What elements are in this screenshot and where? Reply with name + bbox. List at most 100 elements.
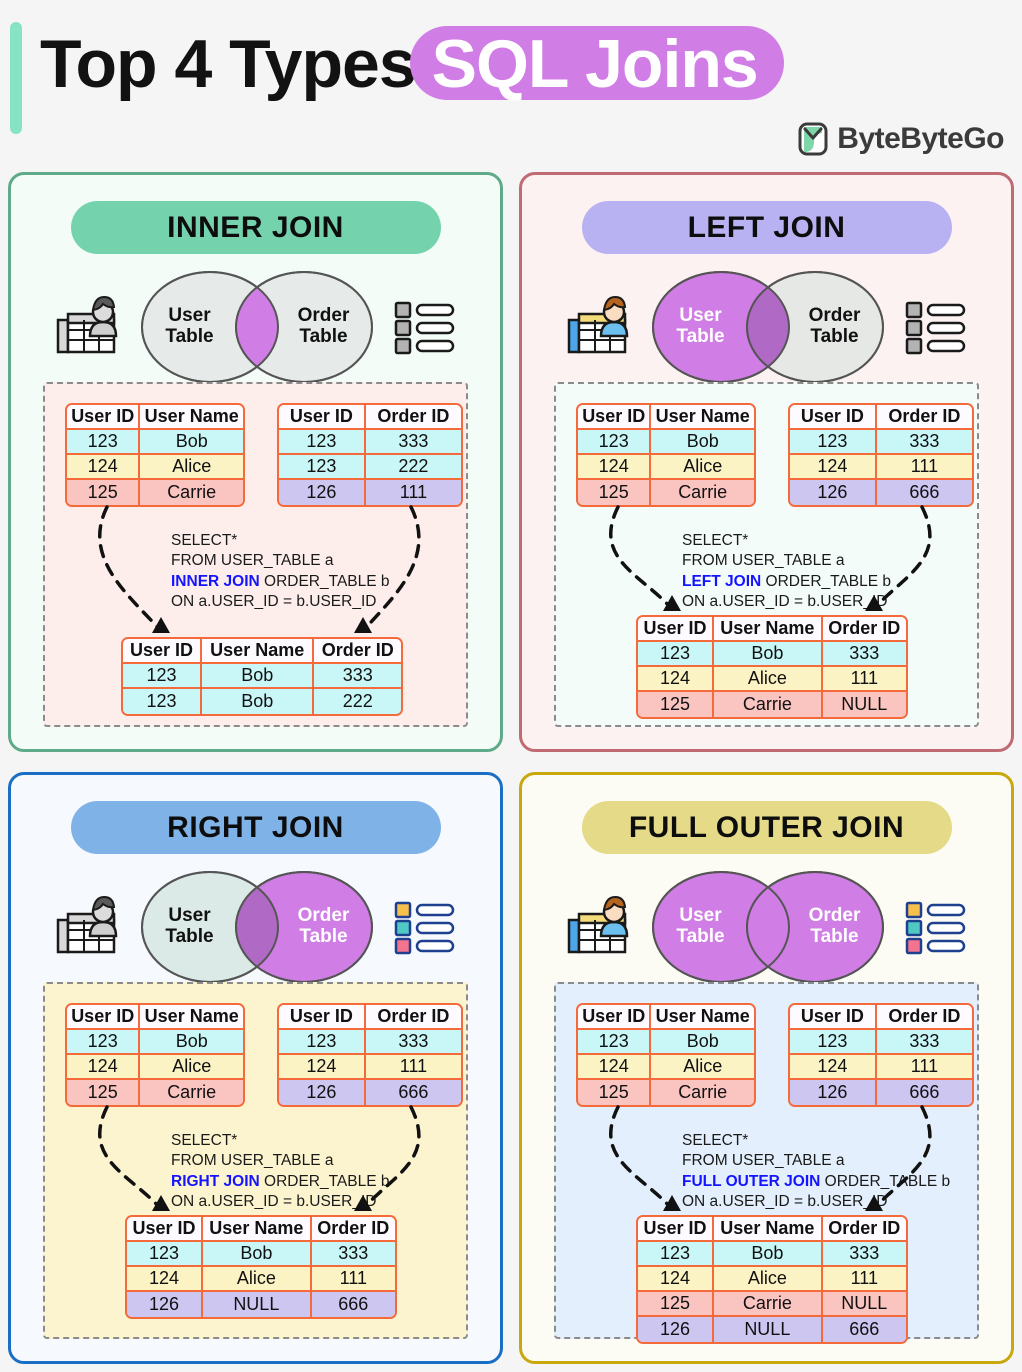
sql-snippet: SELECT* FROM USER_TABLE a FULL OUTER JOI…: [682, 1131, 950, 1213]
sql-snippet: SELECT* FROM USER_TABLE a RIGHT JOIN ORD…: [171, 1131, 390, 1213]
table-cell: Alice: [140, 455, 243, 480]
table-cell: NULL: [822, 1292, 906, 1317]
table-cell: Alice: [140, 1055, 243, 1080]
table-cell: Carrie: [140, 480, 243, 505]
venn-diagram: User Table Order Table: [643, 869, 893, 985]
table-cell: 333: [311, 1242, 395, 1267]
panel-title-banner: RIGHT JOIN: [70, 801, 441, 854]
table-cell: Carrie: [714, 692, 823, 717]
infographic-page: Top 4 Types SQL Joins ByteByteGo INNER J…: [0, 0, 1022, 1372]
page-title: Top 4 Types SQL Joins: [40, 26, 784, 102]
table-cell: 222: [365, 455, 461, 480]
source-table-orders: User ID Order ID 123 333 124 111 126 666: [277, 1003, 463, 1107]
table-header-cell: User ID: [638, 1217, 715, 1242]
table-row: 124 Alice: [578, 455, 754, 480]
table-header-cell: User Name: [140, 1005, 243, 1030]
sql-snippet: SELECT* FROM USER_TABLE a INNER JOIN ORD…: [171, 531, 390, 613]
venn-diagram: User Table Order Table: [643, 269, 893, 385]
table-cell: 123: [638, 1242, 715, 1267]
table-cell: 124: [790, 455, 877, 480]
table-header-cell: User ID: [790, 1005, 877, 1030]
sql-line-from: FROM USER_TABLE a: [682, 552, 845, 570]
table-cell: Alice: [651, 1055, 754, 1080]
table-row: 125 Carrie NULL: [638, 692, 906, 717]
table-cell: 123: [279, 430, 366, 455]
venn-diagram: User Table Order Table: [132, 269, 382, 385]
table-row: 124 111: [790, 455, 972, 480]
table-header-cell: User ID: [67, 405, 141, 430]
user-table-icon: [567, 295, 628, 354]
panel-title-text: RIGHT JOIN: [167, 810, 344, 844]
venn-row: User Table Order Table: [522, 867, 1011, 987]
sql-join-table: ORDER_TABLE b: [761, 572, 892, 590]
title-main-text: Top 4 Types: [40, 26, 417, 102]
user-table-icon: [56, 895, 117, 954]
sql-line-on: ON a.USER_ID = b.USER_ID: [682, 593, 888, 611]
sql-join-table: ORDER_TABLE b: [820, 1172, 951, 1190]
sql-line-on: ON a.USER_ID = b.USER_ID: [171, 1193, 377, 1211]
source-table-users: User ID User Name 123 Bob 124 Alice 125 Carrie: [576, 1003, 756, 1107]
table-row: 123 Bob: [578, 430, 754, 455]
result-table: User ID User Name Order ID 123 Bob 333 124 Alic…: [636, 615, 908, 719]
table-cell: 126: [279, 1080, 366, 1105]
sql-line-from: FROM USER_TABLE a: [682, 1152, 845, 1170]
table-row: 123 Bob: [578, 1030, 754, 1055]
venn-diagram-svg: [651, 271, 884, 383]
table-header-cell: User ID: [790, 405, 877, 430]
table-header-cell: Order ID: [365, 405, 461, 430]
table-cell: 125: [578, 480, 652, 505]
table-header-cell: User ID: [123, 639, 202, 664]
table-row: 124 Alice 111: [127, 1267, 395, 1292]
table-cell: 124: [638, 667, 715, 692]
table-cell: 125: [638, 1292, 715, 1317]
sql-line-on: ON a.USER_ID = b.USER_ID: [171, 593, 377, 611]
table-cell: 125: [638, 692, 715, 717]
panel-title-text: LEFT JOIN: [687, 210, 846, 244]
user-table-icon: [56, 295, 117, 354]
sql-join-keyword: FULL OUTER JOIN: [682, 1172, 821, 1190]
table-header-cell: User ID: [638, 617, 715, 642]
sql-line-select: SELECT*: [682, 1132, 749, 1149]
table-cell: 124: [67, 455, 141, 480]
table-row: 123 Bob 333: [127, 1242, 395, 1267]
sql-join-table: ORDER_TABLE b: [259, 572, 390, 590]
table-cell: Bob: [140, 1030, 243, 1055]
table-cell: 333: [365, 1030, 461, 1055]
table-cell: 126: [638, 1317, 715, 1342]
sql-line-on: ON a.USER_ID = b.USER_ID: [682, 1193, 888, 1211]
table-header-cell: User ID: [127, 1217, 204, 1242]
user-table-icon-wrap: [567, 295, 639, 358]
table-cell: 123: [279, 455, 366, 480]
table-cell: 126: [127, 1292, 204, 1317]
sql-line-select: SELECT*: [171, 1132, 238, 1149]
table-cell: Alice: [651, 455, 754, 480]
table-cell: 666: [876, 480, 972, 505]
user-table-icon-wrap: [56, 295, 128, 358]
table-header-cell: Order ID: [876, 1005, 972, 1030]
table-cell: 111: [365, 480, 461, 505]
table-row: 123 Bob: [67, 430, 243, 455]
table-cell: 111: [876, 455, 972, 480]
table-row: 123 333: [790, 1030, 972, 1055]
table-cell: Alice: [203, 1267, 312, 1292]
title-highlight-wrap: SQL Joins: [409, 26, 784, 100]
table-cell: 123: [67, 430, 141, 455]
table-cell: 123: [67, 1030, 141, 1055]
table-header-cell: User Name: [714, 1217, 823, 1242]
table-header-cell: User ID: [578, 405, 652, 430]
table-cell: Carrie: [651, 1080, 754, 1105]
table-cell: 333: [822, 642, 906, 667]
table-cell: Carrie: [714, 1292, 823, 1317]
table-row: 123 333: [279, 1030, 461, 1055]
table-cell: 124: [790, 1055, 877, 1080]
table-row: 125 Carrie: [67, 480, 243, 505]
table-row: 124 Alice: [67, 1055, 243, 1080]
table-cell: 123: [279, 1030, 366, 1055]
table-cell: 123: [790, 1030, 877, 1055]
table-cell: Bob: [201, 689, 315, 714]
list-icon: [394, 301, 454, 355]
table-cell: 666: [311, 1292, 395, 1317]
table-cell: 125: [578, 1080, 652, 1105]
source-table-orders: User ID Order ID 123 333 123 222 126 111: [277, 403, 463, 507]
result-table: User ID User Name Order ID 123 Bob 333 124 Alic…: [636, 1215, 908, 1344]
